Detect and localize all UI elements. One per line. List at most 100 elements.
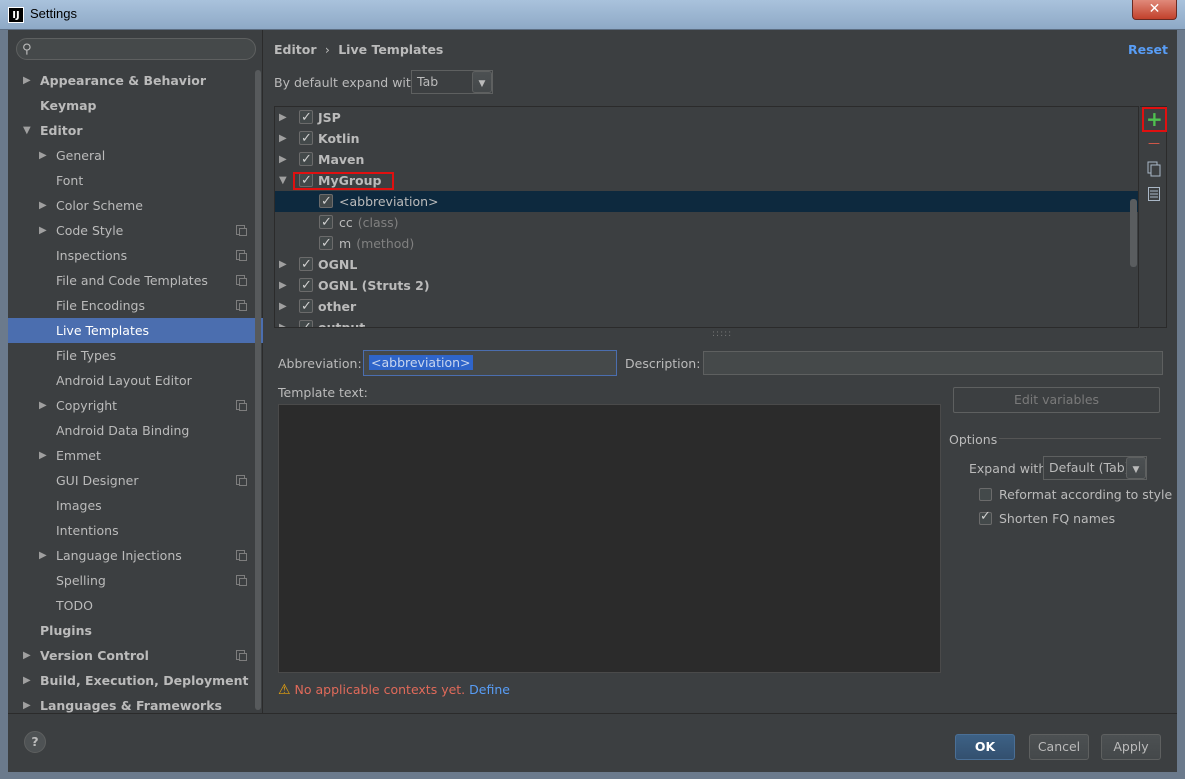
reformat-label[interactable]: Reformat according to style bbox=[999, 487, 1172, 502]
sidebar-item[interactable]: ▼ Editor bbox=[8, 118, 263, 143]
default-expand-label: By default expand with bbox=[274, 75, 419, 90]
sidebar-item[interactable]: Font bbox=[8, 168, 263, 193]
template-checkbox[interactable] bbox=[299, 254, 313, 275]
template-group[interactable]: ▼MyGroup bbox=[275, 170, 1138, 191]
sidebar-item-label: Emmet bbox=[56, 448, 101, 463]
chevron-right-icon[interactable]: ▶ bbox=[23, 643, 31, 668]
template-checkbox[interactable] bbox=[319, 233, 333, 254]
template-checkbox[interactable] bbox=[299, 296, 313, 317]
sidebar-item[interactable]: Spelling bbox=[8, 568, 263, 593]
chevron-right-icon[interactable]: ▶ bbox=[39, 393, 47, 418]
chevron-right-icon[interactable]: ▶ bbox=[39, 543, 47, 568]
template-checkbox[interactable] bbox=[299, 107, 313, 128]
sidebar-item[interactable]: Plugins bbox=[8, 618, 263, 643]
reformat-checkbox[interactable] bbox=[979, 488, 992, 501]
cancel-button[interactable]: Cancel bbox=[1029, 734, 1089, 760]
template-checkbox[interactable] bbox=[299, 317, 313, 327]
sidebar-item[interactable]: ▶ Copyright bbox=[8, 393, 263, 418]
sidebar-item[interactable]: Intentions bbox=[8, 518, 263, 543]
sidebar-item[interactable]: File Types bbox=[8, 343, 263, 368]
sidebar-item[interactable]: ▶ Build, Execution, Deployment bbox=[8, 668, 263, 693]
template-checkbox[interactable] bbox=[319, 212, 333, 233]
chevron-right-icon[interactable]: ▶ bbox=[23, 668, 31, 693]
template-name: OGNL (Struts 2) bbox=[318, 275, 430, 296]
template-item[interactable]: cc (class) bbox=[275, 212, 1138, 233]
sidebar-item[interactable]: GUI Designer bbox=[8, 468, 263, 493]
chevron-right-icon[interactable]: ▶ bbox=[39, 193, 47, 218]
remove-icon[interactable]: — bbox=[1146, 135, 1162, 151]
chevron-right-icon[interactable]: ▶ bbox=[39, 218, 47, 243]
templates-scrollbar[interactable] bbox=[1130, 199, 1137, 267]
sidebar-item[interactable]: ▶ Language Injections bbox=[8, 543, 263, 568]
shorten-fq-checkbox[interactable] bbox=[979, 509, 992, 525]
sidebar-item[interactable]: ▶ Emmet bbox=[8, 443, 263, 468]
sidebar-item-label: File and Code Templates bbox=[56, 273, 208, 288]
sidebar-item[interactable]: Android Layout Editor bbox=[8, 368, 263, 393]
sidebar-item[interactable]: TODO bbox=[8, 593, 263, 618]
chevron-right-icon[interactable]: ▶ bbox=[23, 68, 31, 93]
window-close-button[interactable]: ✕ bbox=[1132, 0, 1177, 20]
default-expand-select[interactable]: Tab ▼ bbox=[411, 70, 493, 94]
sidebar-item[interactable]: ▶ General bbox=[8, 143, 263, 168]
template-group[interactable]: ▶ output bbox=[275, 317, 1138, 327]
description-label: Description: bbox=[625, 356, 701, 371]
sidebar-item[interactable]: File and Code Templates bbox=[8, 268, 263, 293]
settings-search-input[interactable]: ⚲ bbox=[16, 38, 256, 60]
template-name-text: cc bbox=[339, 215, 353, 230]
chevron-right-icon[interactable]: ▶ bbox=[279, 254, 287, 275]
chevron-right-icon[interactable]: ▶ bbox=[279, 296, 287, 317]
apply-button[interactable]: Apply bbox=[1101, 734, 1161, 760]
sidebar-item[interactable]: Android Data Binding bbox=[8, 418, 263, 443]
template-name-text: OGNL (Struts 2) bbox=[318, 278, 430, 293]
template-icon[interactable] bbox=[1146, 187, 1162, 203]
splitter-handle[interactable]: ::::: bbox=[712, 329, 732, 339]
template-name: JSP bbox=[318, 107, 341, 128]
ok-button[interactable]: OK bbox=[955, 734, 1015, 760]
template-name-text: m bbox=[339, 236, 352, 251]
sidebar-item[interactable]: ▶ Color Scheme bbox=[8, 193, 263, 218]
chevron-down-icon[interactable]: ▼ bbox=[23, 118, 31, 143]
sidebar-item[interactable]: Keymap bbox=[8, 93, 263, 118]
abbreviation-field[interactable]: <abbreviation> bbox=[363, 350, 617, 376]
template-group[interactable]: ▶ OGNL bbox=[275, 254, 1138, 275]
template-item[interactable]: m (method) bbox=[275, 233, 1138, 254]
default-expand-value: Tab bbox=[417, 74, 439, 89]
reset-link[interactable]: Reset bbox=[1128, 42, 1168, 57]
sidebar-item[interactable]: Inspections bbox=[8, 243, 263, 268]
template-description: (class) bbox=[357, 215, 399, 230]
template-group[interactable]: ▶ other bbox=[275, 296, 1138, 317]
template-item[interactable]: <abbreviation> bbox=[275, 191, 1138, 212]
chevron-right-icon[interactable]: ▶ bbox=[279, 149, 287, 170]
sidebar-scrollbar[interactable] bbox=[255, 70, 261, 710]
sidebar-item[interactable]: ▶ Version Control bbox=[8, 643, 263, 668]
chevron-down-icon[interactable]: ▼ bbox=[279, 170, 287, 191]
define-context-link[interactable]: Define bbox=[469, 682, 510, 697]
description-field[interactable] bbox=[703, 351, 1163, 375]
template-group[interactable]: ▶ Maven bbox=[275, 149, 1138, 170]
chevron-right-icon[interactable]: ▶ bbox=[279, 275, 287, 296]
chevron-right-icon[interactable]: ▶ bbox=[279, 107, 287, 128]
template-checkbox[interactable] bbox=[299, 128, 313, 149]
template-checkbox[interactable] bbox=[319, 191, 333, 212]
copy-icon[interactable] bbox=[1146, 161, 1162, 177]
sidebar-item[interactable]: Images bbox=[8, 493, 263, 518]
chevron-right-icon[interactable]: ▶ bbox=[279, 128, 287, 149]
expand-with-select[interactable]: Default (Tab) ▼ bbox=[1043, 456, 1147, 480]
chevron-right-icon[interactable]: ▶ bbox=[39, 443, 47, 468]
template-text-editor[interactable] bbox=[278, 404, 941, 673]
sidebar-item[interactable]: Live Templates bbox=[8, 318, 263, 343]
shorten-fq-label[interactable]: Shorten FQ names bbox=[999, 511, 1115, 526]
chevron-right-icon[interactable]: ▶ bbox=[279, 317, 287, 327]
template-group[interactable]: ▶ OGNL (Struts 2) bbox=[275, 275, 1138, 296]
template-checkbox[interactable] bbox=[299, 149, 313, 170]
template-group[interactable]: ▶ Kotlin bbox=[275, 128, 1138, 149]
edit-variables-button[interactable]: Edit variables bbox=[953, 387, 1160, 413]
chevron-right-icon[interactable]: ▶ bbox=[39, 143, 47, 168]
help-button[interactable]: ? bbox=[24, 731, 46, 753]
sidebar-item[interactable]: File Encodings bbox=[8, 293, 263, 318]
template-checkbox[interactable] bbox=[299, 275, 313, 296]
sidebar-item-label: Color Scheme bbox=[56, 198, 143, 213]
template-group[interactable]: ▶ JSP bbox=[275, 107, 1138, 128]
sidebar-item[interactable]: ▶ Appearance & Behavior bbox=[8, 68, 263, 93]
sidebar-item[interactable]: ▶ Code Style bbox=[8, 218, 263, 243]
